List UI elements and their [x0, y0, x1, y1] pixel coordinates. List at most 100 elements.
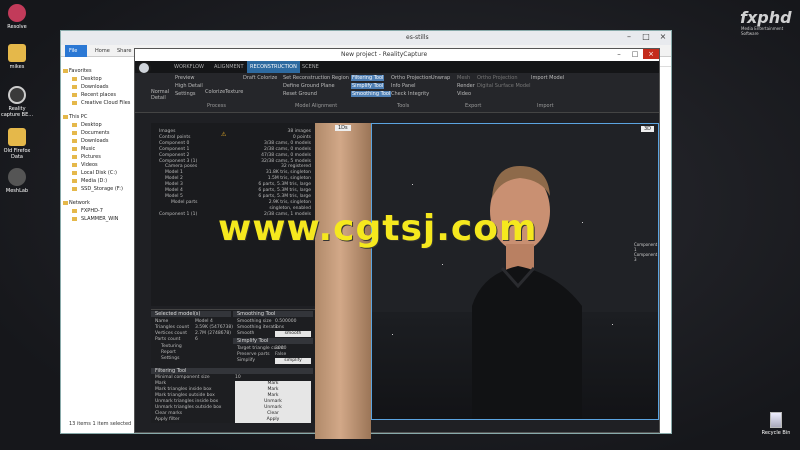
nav-item[interactable]: Media (D:): [61, 177, 136, 185]
simplify-tool-button[interactable]: Simplify Tool: [351, 83, 385, 89]
export-ortho-projection-button[interactable]: Ortho Projection: [477, 75, 518, 81]
nav-item[interactable]: Documents: [61, 129, 136, 137]
nav-item[interactable]: Downloads: [61, 137, 136, 145]
tree-item[interactable]: Model 4: [165, 188, 183, 193]
tree-item[interactable]: Model 2: [165, 176, 183, 181]
import-model-button[interactable]: Import Model: [531, 75, 564, 81]
tree-item[interactable]: Component 1 (1): [159, 212, 197, 217]
checkbox-report[interactable]: Report: [161, 350, 176, 355]
smoothing-row-label: Smoothing size: [237, 319, 272, 324]
nav-item[interactable]: Local Disk (C:): [61, 169, 136, 177]
tab-workflow[interactable]: WORKFLOW: [171, 61, 207, 73]
maximize-button[interactable]: □: [638, 31, 654, 43]
explorer-title: es-stills: [406, 34, 429, 41]
filtering-row-label: Clear marks: [155, 411, 183, 416]
tab-home[interactable]: Home: [91, 45, 114, 57]
tree-item-value: 6 parts, 5.3M tris, large: [258, 188, 311, 193]
info-panel-button[interactable]: Info Panel: [391, 83, 416, 89]
nav-item-label: SSD_Storage (F:): [81, 186, 123, 192]
nav-item[interactable]: Music: [61, 145, 136, 153]
export-mesh-button[interactable]: Mesh: [457, 75, 470, 81]
mikes-folder-icon[interactable]: mikes: [0, 44, 34, 70]
nav-item[interactable]: Desktop: [61, 75, 136, 83]
nav-item[interactable]: Videos: [61, 161, 136, 169]
draft-colorize-button[interactable]: Draft Colorize: [243, 75, 277, 81]
checkbox-texturing[interactable]: Texturing: [161, 344, 182, 349]
meshlab-desktop-icon[interactable]: MeshLab: [0, 168, 34, 194]
filter-apply-button[interactable]: Apply: [235, 417, 311, 423]
3d-model-view[interactable]: 3D Component 1 Component 3: [371, 123, 659, 420]
recycle-bin-icon[interactable]: Recycle Bin: [758, 412, 794, 436]
smoothing-row-value[interactable]: 1: [275, 325, 278, 330]
texture-button[interactable]: Texture: [225, 89, 243, 95]
rc-maximize-button[interactable]: □: [627, 49, 643, 59]
nav-item[interactable]: Recent places: [61, 91, 136, 99]
settings-button[interactable]: Settings: [175, 91, 196, 97]
tree-item-value: 1.5M tris, singleton: [267, 176, 311, 182]
filtering-tool-button[interactable]: Filtering Tool: [351, 75, 385, 81]
simplify-button[interactable]: simplify: [275, 358, 311, 364]
folder-icon: [72, 77, 77, 81]
tree-item[interactable]: Component 3 (1): [159, 159, 197, 164]
tree-item[interactable]: Component 0: [159, 141, 189, 146]
nav-item[interactable]: Network: [61, 199, 136, 207]
tree-item[interactable]: Model 5: [165, 194, 183, 199]
tree-item[interactable]: Control points: [159, 135, 191, 140]
tree-item[interactable]: Images: [159, 129, 175, 134]
checkbox-settings[interactable]: Settings: [161, 356, 179, 361]
tree-item[interactable]: Component 2: [159, 153, 189, 158]
smoothing-row-label: Smooth: [237, 331, 255, 336]
nav-item[interactable]: This PC: [61, 113, 136, 121]
set-reconstruction-region-button[interactable]: Set Reconstruction Region: [283, 75, 349, 81]
preview-button[interactable]: Preview: [175, 75, 194, 81]
smooth-button[interactable]: smooth: [275, 331, 311, 337]
video-button[interactable]: Video: [457, 91, 471, 97]
nav-item[interactable]: Favorites: [61, 67, 136, 75]
smoothing-row-value[interactable]: 0.500000: [275, 319, 296, 324]
tree-item[interactable]: Model 1: [165, 170, 183, 175]
nav-item[interactable]: Downloads: [61, 83, 136, 91]
ortho-projection-button[interactable]: Ortho Projection: [391, 75, 432, 81]
simplify-row-value[interactable]: False: [275, 352, 286, 357]
nav-item[interactable]: Creative Cloud Files: [61, 99, 136, 107]
simplify-row-value[interactable]: 3000: [275, 346, 286, 351]
nav-item[interactable]: Pictures: [61, 153, 136, 161]
nav-item[interactable]: Desktop: [61, 121, 136, 129]
min-component-size-value[interactable]: 10: [235, 375, 241, 380]
tab-alignment[interactable]: ALIGNMENT: [211, 61, 247, 73]
point: [612, 324, 613, 325]
nav-item[interactable]: SLAMMER_WIN: [61, 215, 136, 223]
tree-item[interactable]: Component 1: [159, 147, 189, 152]
minimize-button[interactable]: –: [621, 31, 637, 43]
reality-capture-desktop-icon[interactable]: Reality capture BE...: [0, 86, 34, 118]
3d-view-label[interactable]: 3D: [640, 126, 654, 132]
resolve-desktop-icon[interactable]: Resolve: [0, 4, 34, 30]
tab-share[interactable]: Share: [113, 45, 135, 57]
nav-item-label: Videos: [81, 162, 98, 168]
close-button[interactable]: ×: [655, 31, 671, 43]
colorize-button[interactable]: Colorize: [205, 89, 225, 95]
tree-item[interactable]: Camera poses: [165, 164, 197, 169]
nav-item[interactable]: SSD_Storage (F:): [61, 185, 136, 193]
define-ground-plane-button[interactable]: Define Ground Plane: [283, 83, 335, 89]
render-button[interactable]: Render: [457, 83, 475, 89]
reset-ground-button[interactable]: Reset Ground: [283, 91, 317, 97]
digital-surface-model-button[interactable]: Digital Surface Model: [477, 83, 530, 89]
2d-view-label[interactable]: 1Ds: [335, 125, 351, 131]
tree-item[interactable]: Model 3: [165, 182, 183, 187]
nav-item[interactable]: FXPHD-7: [61, 207, 136, 215]
tab-file[interactable]: File: [65, 45, 87, 57]
rc-close-button[interactable]: ×: [643, 49, 659, 59]
tab-reconstruction[interactable]: RECONSTRUCTION: [247, 61, 300, 73]
unwrap-button[interactable]: Unwrap: [431, 75, 450, 81]
high-detail-button[interactable]: High Detail: [175, 83, 203, 89]
tree-item[interactable]: Model parts: [171, 200, 198, 205]
normal-detail-button[interactable]: Normal Detail: [151, 89, 171, 101]
tab-scene[interactable]: SCENE: [299, 61, 322, 73]
rc-minimize-button[interactable]: –: [611, 49, 627, 59]
old-firefox-data-folder-icon[interactable]: Old Firefox Data: [0, 128, 34, 160]
point: [412, 184, 413, 185]
check-integrity-button[interactable]: Check Integrity: [391, 91, 429, 97]
smoothing-tool-button[interactable]: Smoothing Tool: [351, 91, 392, 97]
2d-image-view[interactable]: 1Ds: [315, 123, 371, 439]
